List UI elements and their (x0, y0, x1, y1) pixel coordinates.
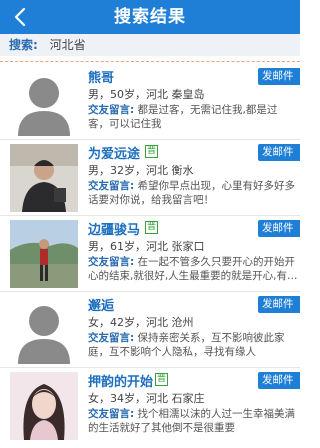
avatar[interactable] (10, 144, 78, 212)
user-message: 交友留言: 希望你早点出现，心里有好多好多话要对你说，给我留言吧！ (88, 180, 296, 206)
default-avatar-icon (10, 296, 78, 364)
page-title: 搜索结果 (114, 7, 186, 27)
default-avatar-icon (10, 68, 78, 136)
search-summary: 搜索: 河北省 (0, 34, 300, 56)
avatar[interactable] (10, 296, 78, 364)
send-mail-button[interactable]: 发邮件 (258, 68, 300, 85)
list-item[interactable]: 押韵的开始 晋 女，34岁，河北 石家庄 交友留言: 找个相濡以沫的人过一生幸福… (0, 370, 300, 444)
user-name[interactable]: 为爱远途 (88, 143, 140, 162)
avatar[interactable] (10, 68, 78, 136)
divider (0, 56, 300, 62)
user-photo (10, 220, 78, 288)
user-photo (10, 144, 78, 212)
search-value: 河北省 (49, 38, 86, 52)
user-message: 交友留言: 都是过客，无需记住我,都是过客，可以记住我 (88, 104, 278, 130)
avatar[interactable] (10, 220, 78, 288)
user-name[interactable]: 押韵的开始 (88, 371, 153, 390)
search-label: 搜索: (9, 38, 38, 52)
user-message: 交友留言: 保持亲密关系，互不影响彼此家庭，互不影响个人隐私，寻找有缘人 (88, 332, 285, 358)
user-info: 女，42岁，河北 沧州 (88, 316, 194, 329)
send-mail-button[interactable]: 发邮件 (258, 220, 300, 237)
user-info: 女，34岁，河北 石家庄 (88, 392, 205, 405)
user-photo (10, 372, 78, 440)
list-item[interactable]: 边疆骏马 晋 男，61岁，河北 张家口 交友留言: 在一起不管多久只要开心的开始… (0, 218, 300, 292)
list-item[interactable]: 熊哥 男，50岁，河北 秦皇岛 交友留言: 都是过客，无需记住我,都是过客，可以… (0, 66, 300, 140)
send-mail-button[interactable]: 发邮件 (258, 144, 300, 161)
user-message: 交友留言: 找个相濡以沫的人过一生幸福美满的生活就好了其他倒不是很重要 (88, 408, 296, 434)
send-mail-button[interactable]: 发邮件 (258, 372, 300, 389)
user-message: 交友留言: 在一起不管多久只要开心的开始开心的结束,就很好,人生最重要的就是开心… (88, 256, 298, 282)
send-mail-button[interactable]: 发邮件 (258, 296, 300, 313)
avatar[interactable] (10, 372, 78, 440)
user-name[interactable]: 熊哥 (88, 67, 114, 86)
user-name[interactable]: 邂逅 (88, 295, 114, 314)
verified-badge: 晋 (155, 373, 168, 386)
user-info: 男，50岁，河北 秦皇岛 (88, 88, 205, 101)
user-name[interactable]: 边疆骏马 (88, 219, 140, 238)
list-item[interactable]: 邂逅 女，42岁，河北 沧州 交友留言: 保持亲密关系，互不影响彼此家庭，互不影… (0, 294, 300, 368)
verified-badge: 晋 (145, 221, 158, 234)
verified-badge: 晋 (145, 145, 158, 158)
list-item[interactable]: 为爱远途 晋 男，32岁，河北 衡水 交友留言: 希望你早点出现，心里有好多好多… (0, 142, 300, 216)
header-bar: 搜索结果 (0, 0, 300, 34)
user-info: 男，32岁，河北 衡水 (88, 164, 194, 177)
user-info: 男，61岁，河北 张家口 (88, 240, 205, 253)
